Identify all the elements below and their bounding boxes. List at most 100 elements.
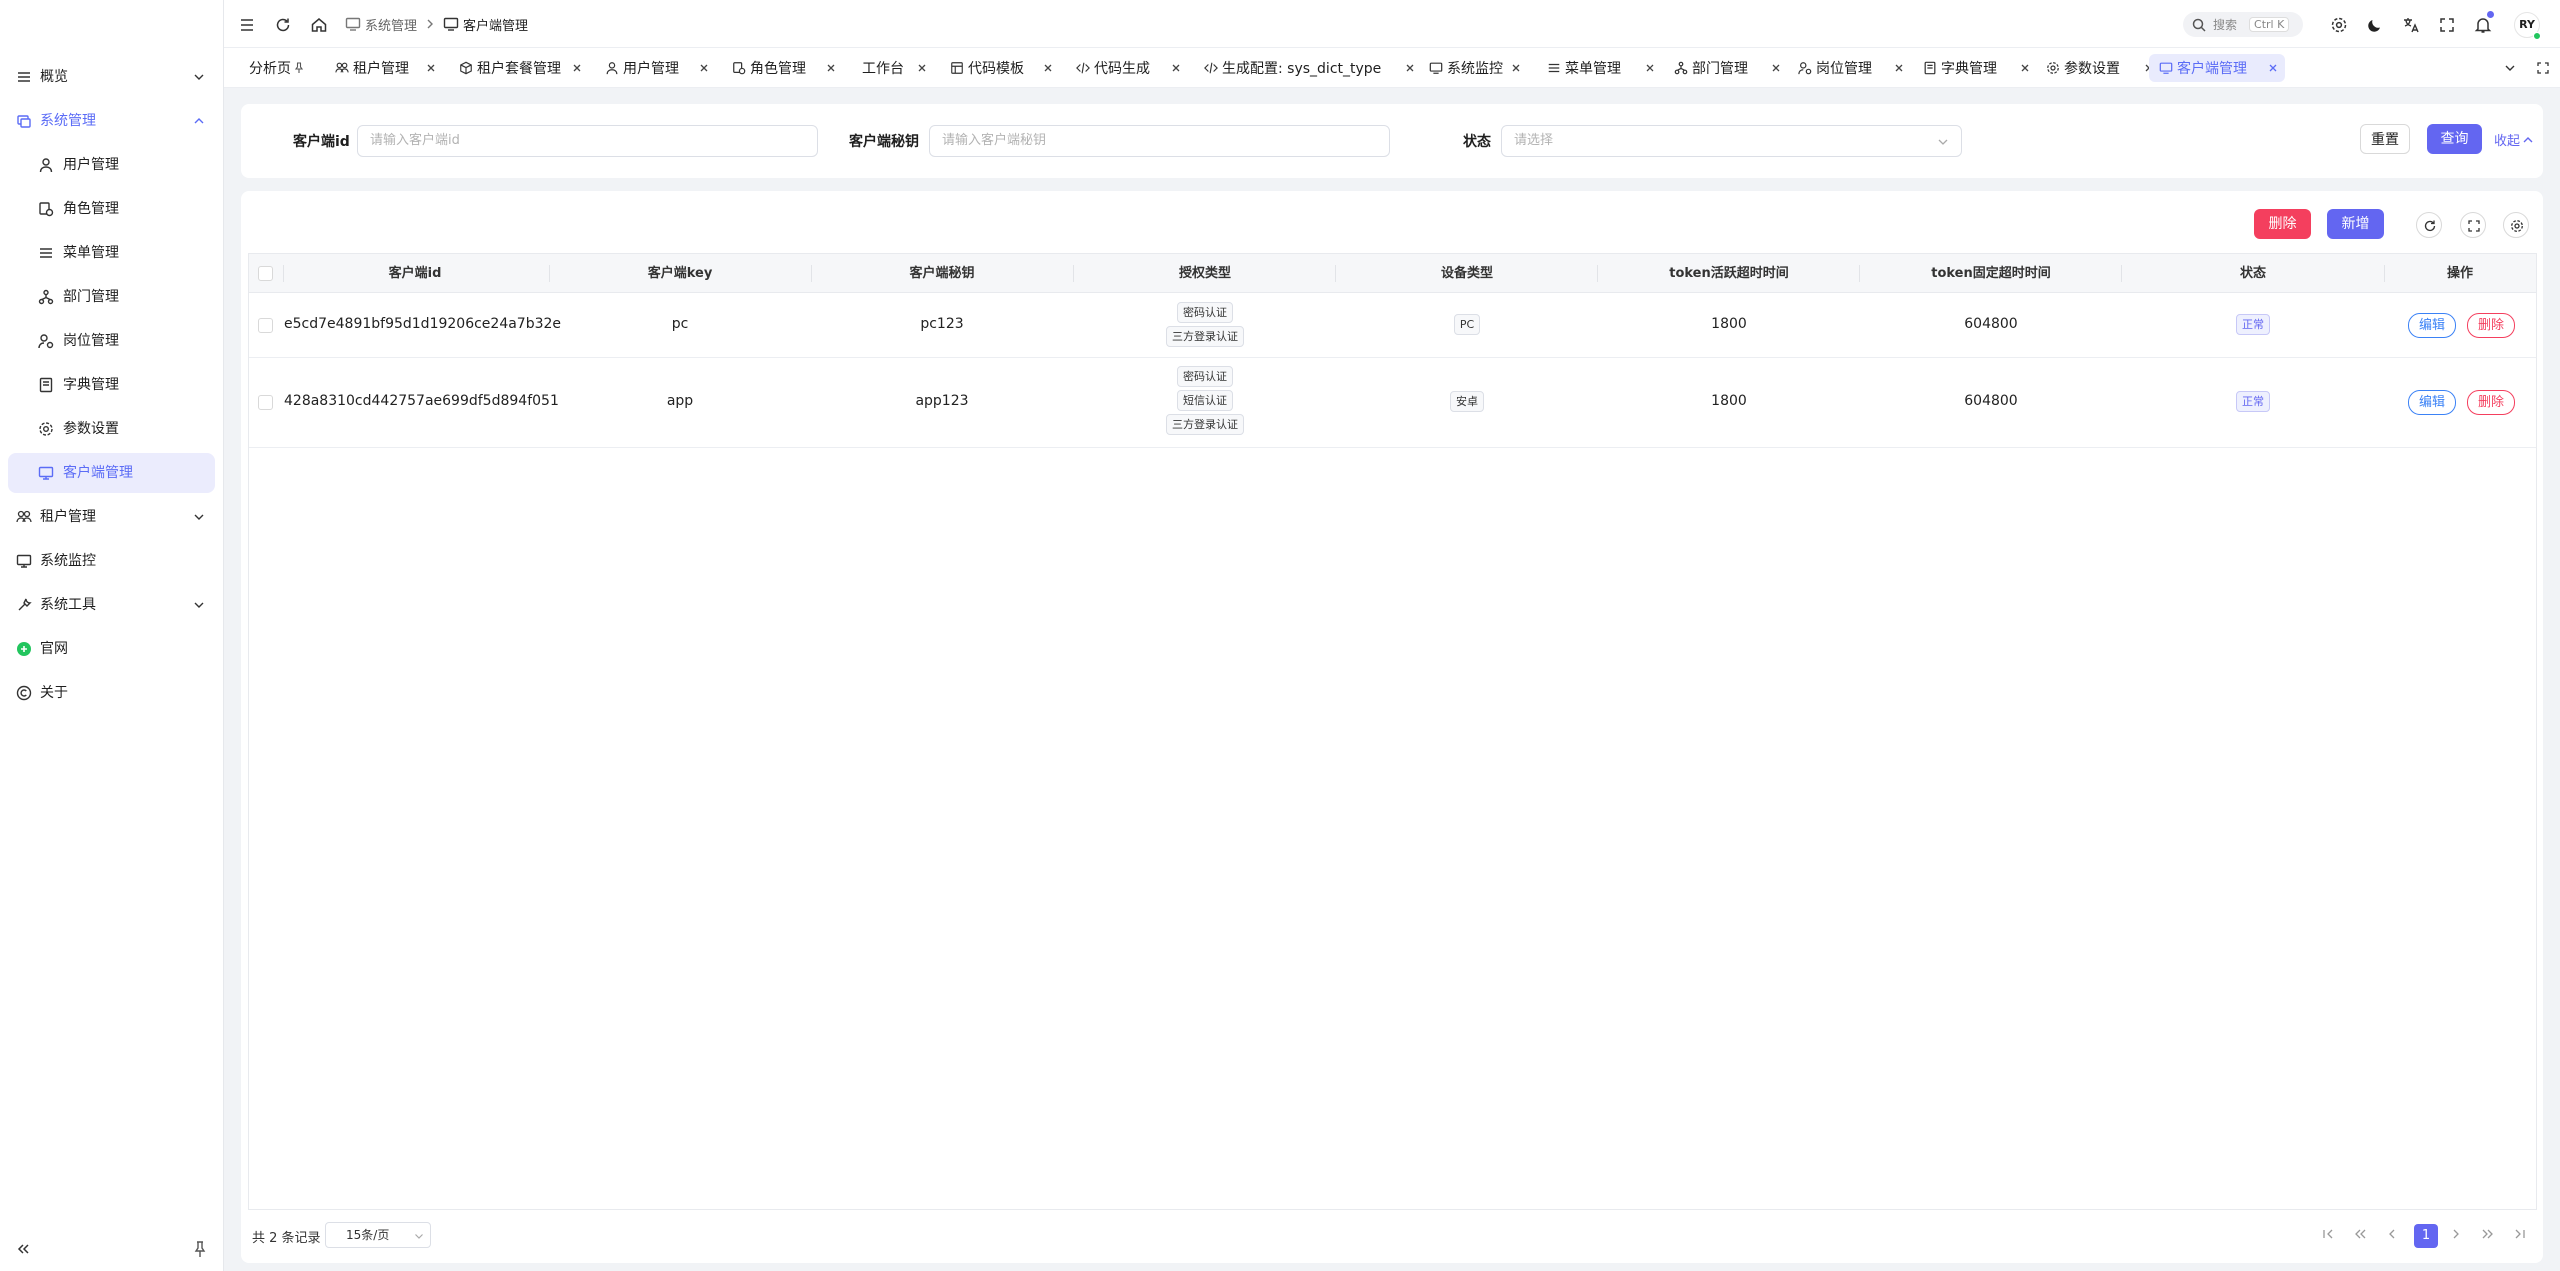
close-icon[interactable] — [1042, 62, 1054, 74]
code-icon — [1076, 62, 1090, 74]
tab-label: 部门管理 — [1692, 61, 1748, 77]
fullscreen-table-button[interactable] — [2460, 212, 2486, 238]
next-group-icon[interactable] — [2481, 1227, 2495, 1241]
tab-code-gen[interactable]: 代码生成 — [1066, 54, 1188, 82]
refresh-table-button[interactable] — [2416, 212, 2442, 238]
sidebar-item-tenants[interactable]: 租户管理 — [8, 497, 215, 537]
tab-analysis[interactable]: 分析页 — [239, 54, 311, 82]
sidebar-item-website[interactable]: 官网 — [8, 629, 215, 669]
tab-roles[interactable]: 角色管理 — [722, 54, 843, 82]
client-id-input[interactable]: 请输入客户端id — [357, 125, 818, 157]
cell-client-id: e5cd7e4891bf95d1d19206ce24a7b32e — [284, 316, 562, 332]
close-icon[interactable] — [1770, 62, 1782, 74]
close-icon[interactable] — [1170, 62, 1182, 74]
menu-icon — [40, 248, 52, 258]
row-delete-button[interactable]: 删除 — [2467, 313, 2515, 338]
client-secret-input[interactable]: 请输入客户端秘钥 — [929, 125, 1390, 157]
breadcrumb-item[interactable]: 系统管理 — [365, 15, 417, 34]
sidebar-item-roles[interactable]: 角色管理 — [8, 189, 215, 229]
close-icon[interactable] — [1893, 62, 1905, 74]
column-header-client-secret: 客户端秘钥 — [909, 266, 975, 281]
close-icon[interactable] — [825, 62, 837, 74]
next-page-icon[interactable] — [2449, 1227, 2463, 1241]
tab-users[interactable]: 用户管理 — [595, 54, 716, 82]
edit-button[interactable]: 编辑 — [2408, 313, 2456, 338]
close-icon[interactable] — [571, 62, 583, 74]
close-icon[interactable] — [425, 62, 437, 74]
tab-menus[interactable]: 菜单管理 — [1537, 54, 1662, 82]
sidebar-item-dicts[interactable]: 字典管理 — [8, 365, 215, 405]
close-icon[interactable] — [1404, 62, 1416, 74]
delete-button[interactable]: 删除 — [2254, 209, 2311, 239]
global-search[interactable]: 搜索 Ctrl K — [2183, 12, 2303, 37]
status-select[interactable]: 请选择 — [1501, 125, 1962, 157]
tab-gen-config[interactable]: 生成配置: sys_dict_type — [1194, 54, 1422, 82]
tabs-maximize-icon[interactable] — [2536, 61, 2550, 75]
page-number-current[interactable]: 1 — [2414, 1224, 2438, 1248]
sidebar-item-menus[interactable]: 菜单管理 — [8, 233, 215, 273]
sidebar-item-clients[interactable]: 客户端管理 — [8, 453, 215, 493]
edit-button[interactable]: 编辑 — [2408, 390, 2456, 415]
query-button[interactable]: 查询 — [2427, 124, 2482, 154]
sidebar-item-users[interactable]: 用户管理 — [8, 145, 215, 185]
row-checkbox[interactable] — [258, 395, 273, 410]
reset-button[interactable]: 重置 — [2360, 124, 2410, 154]
dark-mode-icon[interactable] — [2366, 16, 2384, 34]
sidebar-item-monitor[interactable]: 系统监控 — [8, 541, 215, 581]
gear-icon — [2047, 62, 2059, 74]
close-icon[interactable] — [916, 62, 928, 74]
close-icon[interactable] — [1510, 62, 1522, 74]
tab-label: 参数设置 — [2064, 61, 2120, 77]
sidebar-item-label: 租户管理 — [40, 509, 96, 525]
close-icon[interactable] — [2267, 62, 2279, 74]
sidebar-item-system[interactable]: 系统管理 — [8, 101, 215, 141]
close-icon[interactable] — [698, 62, 710, 74]
row-checkbox[interactable] — [258, 318, 273, 333]
tab-code-templates[interactable]: 代码模板 — [940, 54, 1060, 82]
tab-params[interactable]: 参数设置 — [2036, 54, 2161, 82]
close-icon[interactable] — [1644, 62, 1656, 74]
sidebar-item-depts[interactable]: 部门管理 — [8, 277, 215, 317]
menu-toggle-icon[interactable] — [238, 16, 256, 34]
tab-tenant-packages-inner[interactable]: 租户套餐管理 — [449, 54, 589, 82]
client-icon — [2159, 62, 2173, 74]
pin-icon[interactable] — [293, 62, 305, 74]
last-page-icon[interactable] — [2513, 1227, 2527, 1241]
sidebar-item-tools[interactable]: 系统工具 — [8, 585, 215, 625]
home-icon[interactable] — [310, 16, 328, 34]
translate-icon[interactable] — [2402, 16, 2420, 34]
tab-tenants[interactable]: 租户管理 — [325, 54, 443, 82]
close-icon[interactable] — [2019, 62, 2031, 74]
notification-bell-icon[interactable] — [2474, 16, 2492, 34]
cell-status: 正常 — [2122, 314, 2384, 335]
tab-posts[interactable]: 岗位管理 — [1788, 54, 1911, 82]
sidebar-item-label: 官网 — [40, 641, 68, 657]
settings-gear-icon[interactable] — [2330, 16, 2348, 34]
prev-group-icon[interactable] — [2353, 1227, 2367, 1241]
sidebar-item-about[interactable]: 关于 — [8, 673, 215, 713]
fullscreen-icon[interactable] — [2438, 16, 2456, 34]
collapse-sidebar-icon[interactable] — [12, 1238, 34, 1260]
pin-icon[interactable] — [189, 1238, 211, 1260]
page-size-select[interactable]: 15条/页 — [325, 1222, 431, 1248]
sidebar-item-posts[interactable]: 岗位管理 — [8, 321, 215, 361]
sidebar-item-overview[interactable]: 概览 — [8, 57, 215, 97]
select-all-checkbox[interactable] — [258, 266, 273, 281]
tabs-more-icon[interactable] — [2503, 61, 2517, 75]
tab-clients[interactable]: 客户端管理 — [2149, 54, 2285, 82]
refresh-icon[interactable] — [274, 16, 292, 34]
filter-card: 客户端id 请输入客户端id 客户端秘钥 请输入客户端秘钥 状态 请选择 重置 … — [241, 104, 2543, 178]
row-delete-button[interactable]: 删除 — [2467, 390, 2515, 415]
first-page-icon[interactable] — [2321, 1227, 2335, 1241]
add-button[interactable]: 新增 — [2327, 209, 2384, 239]
tab-workbench[interactable]: 工作台 — [849, 54, 934, 82]
prev-page-icon[interactable] — [2385, 1227, 2399, 1241]
tab-dicts[interactable]: 字典管理 — [1913, 54, 2037, 82]
refresh-icon — [2424, 220, 2436, 232]
role-icon — [733, 62, 746, 75]
tab-depts[interactable]: 部门管理 — [1664, 54, 1788, 82]
sidebar-item-params[interactable]: 参数设置 — [8, 409, 215, 449]
column-settings-button[interactable] — [2503, 212, 2529, 238]
tab-monitor[interactable]: 系统监控 — [1419, 54, 1528, 82]
collapse-toggle[interactable]: 收起 — [2494, 130, 2534, 149]
